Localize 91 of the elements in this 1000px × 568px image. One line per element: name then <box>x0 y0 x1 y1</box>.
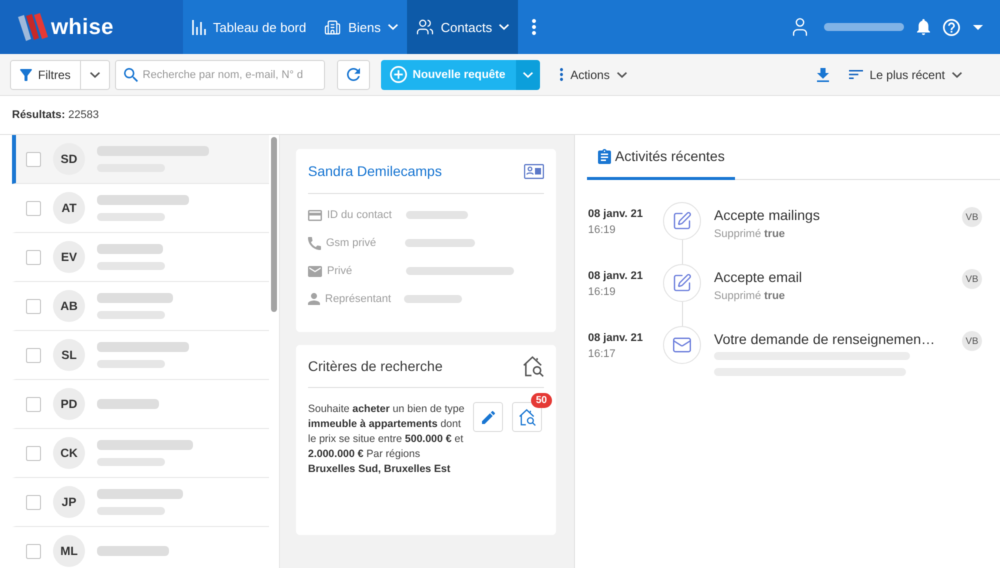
download-icon[interactable] <box>816 68 829 82</box>
avatar: SL <box>53 339 85 371</box>
activities-tab[interactable]: Activités récentes <box>587 135 735 180</box>
edit-button[interactable] <box>473 402 503 432</box>
help-icon[interactable] <box>943 18 960 36</box>
field-label: Privé <box>327 265 354 277</box>
avatar: ML <box>53 535 85 567</box>
card-title: Critères de recherche <box>308 358 443 374</box>
activity-date: 08 janv. 21 <box>588 270 644 282</box>
avatar: PD <box>53 388 85 420</box>
phone-icon <box>308 236 321 250</box>
checkbox[interactable] <box>26 152 41 166</box>
redacted-text <box>406 211 468 219</box>
activity-detail: Supprimé true <box>714 228 786 240</box>
checkbox[interactable] <box>26 348 41 362</box>
logo-text: whise <box>51 14 114 40</box>
avatar: JP <box>53 486 85 518</box>
checkbox[interactable] <box>26 396 41 412</box>
activity-time: 16:17 <box>588 348 617 360</box>
criteria-description: Souhaite acheter un bien de type immeuble à appartements dont le prix se situe entre 500.000 € et 2.000.000 € Par régions Bruxelles Sud, Bruxelles Est <box>308 402 466 477</box>
actions-button[interactable]: Actions <box>556 60 631 90</box>
count-badge: 50 <box>530 393 552 408</box>
field-label: Gsm privé <box>326 237 378 249</box>
results-count: Résultats: 22583 <box>12 109 99 121</box>
redacted-text <box>97 546 169 556</box>
redacted-text <box>97 399 159 409</box>
checkbox[interactable] <box>26 544 41 558</box>
refresh-button[interactable] <box>336 60 370 90</box>
field-label: Représentant <box>325 293 392 305</box>
activity-detail: Supprimé true <box>714 290 786 302</box>
redacted-text <box>97 244 163 254</box>
caret-down-icon[interactable] <box>973 24 983 30</box>
chevron-down-icon <box>90 72 100 78</box>
clipboard-icon <box>598 148 611 164</box>
avatar: CK <box>53 437 85 469</box>
id-card-icon[interactable] <box>524 164 544 178</box>
new-request-dropdown-button[interactable] <box>516 60 540 90</box>
sort-button[interactable]: Le plus récent <box>844 60 966 90</box>
search-icon <box>124 68 138 82</box>
checkbox[interactable] <box>26 200 41 216</box>
filter-button[interactable]: Filtres <box>10 60 81 90</box>
user-initials-badge: VB <box>962 207 982 227</box>
activity-title[interactable]: Votre demande de renseignemen… <box>714 331 962 347</box>
filter-icon <box>20 68 32 80</box>
user-initials-badge: VB <box>962 269 982 289</box>
nav-tab[interactable]: Tableau de bord <box>183 0 316 54</box>
more-icon <box>560 68 564 81</box>
notification-bell-icon[interactable] <box>917 19 930 35</box>
activity-time: 16:19 <box>588 286 617 298</box>
avatar: EV <box>53 241 85 273</box>
refresh-icon <box>346 68 360 81</box>
envelope-icon <box>663 326 701 364</box>
activity-title[interactable]: Accepte mailings <box>714 207 962 223</box>
bar-chart-icon <box>192 20 206 34</box>
checkbox[interactable] <box>26 250 41 264</box>
avatar: SD <box>53 143 85 175</box>
pencil-icon <box>482 410 494 424</box>
chevron-down-icon <box>523 72 534 78</box>
logo-icon <box>18 13 48 41</box>
activity-time: 16:19 <box>588 224 617 236</box>
user-initials-badge: VB <box>962 331 982 351</box>
avatar: AB <box>53 290 85 322</box>
filter-dropdown-button[interactable] <box>80 60 110 90</box>
credit-card-icon <box>308 210 322 220</box>
matching-properties-button[interactable] <box>512 402 542 432</box>
building-icon <box>324 18 342 36</box>
house-search-icon <box>518 408 536 426</box>
nav-tab[interactable]: Contacts <box>406 0 518 54</box>
contact-name: Sandra Demilecamps <box>308 163 442 179</box>
contact-row[interactable]: SD <box>12 135 269 184</box>
people-icon <box>416 18 434 36</box>
redacted-text <box>404 295 462 303</box>
checkbox[interactable] <box>26 298 41 314</box>
envelope-icon <box>308 266 322 276</box>
activity-date: 08 janv. 21 <box>588 208 644 220</box>
checkbox[interactable] <box>26 494 41 510</box>
search-field[interactable]: Recherche par nom, e-mail, N° d <box>114 60 325 90</box>
nav-tab[interactable]: Biens <box>315 0 407 54</box>
chevron-down-icon <box>616 72 627 78</box>
redacted-text <box>405 239 475 247</box>
activity-date: 08 janv. 21 <box>588 332 644 344</box>
person-icon <box>308 293 320 305</box>
activity-title[interactable]: Accepte email <box>714 269 962 285</box>
avatar: AT <box>53 192 85 224</box>
scrollbar-thumb[interactable] <box>271 137 277 312</box>
sort-icon <box>848 70 863 79</box>
more-icon[interactable] <box>532 19 536 35</box>
chevron-down-icon <box>952 72 962 78</box>
field-label: ID du contact <box>327 209 393 221</box>
house-search-icon <box>523 356 544 376</box>
checkbox[interactable] <box>26 446 41 460</box>
